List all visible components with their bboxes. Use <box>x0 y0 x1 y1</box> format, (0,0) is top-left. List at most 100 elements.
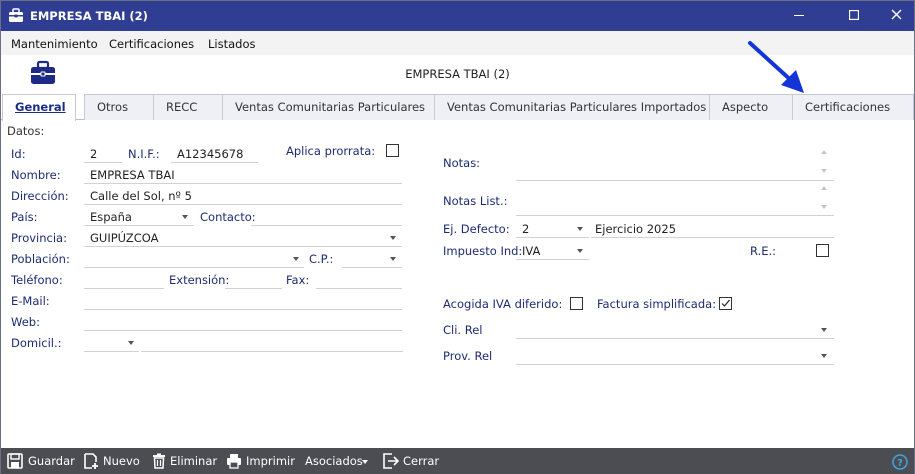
nombre-field[interactable]: EMPRESA TBAI <box>90 168 175 182</box>
associated-chevron-down-icon[interactable] <box>362 460 368 464</box>
direccion-label: Dirección: <box>11 189 69 203</box>
cli-rel-select[interactable] <box>516 338 834 339</box>
id-label: Id: <box>11 147 26 161</box>
cli-rel-chevron-down-icon[interactable] <box>821 328 827 332</box>
provincia-label: Provincia: <box>11 231 67 245</box>
save-button[interactable]: Guardar <box>28 448 75 474</box>
app-window: EMPRESA TBAI (2) Mantenimiento Certifica… <box>0 0 915 474</box>
pais-chevron-down-icon[interactable] <box>182 215 188 219</box>
cp-label: C.P.: <box>309 252 334 266</box>
impuesto-chevron-down-icon[interactable] <box>577 249 583 253</box>
exit-icon <box>383 453 399 469</box>
acogida-iva-checkbox[interactable] <box>570 297 583 310</box>
domicil-chevron-down-icon[interactable] <box>128 341 134 345</box>
direccion-field[interactable]: Calle del Sol, nº 5 <box>90 189 192 203</box>
maximize-button[interactable] <box>831 1 877 31</box>
extension-field[interactable] <box>225 288 282 289</box>
acogida-iva-label: Acogida IVA diferido: <box>443 297 563 311</box>
minimize-icon <box>794 15 804 16</box>
fax-label: Fax: <box>286 273 310 287</box>
id-field[interactable]: 2 <box>90 147 97 161</box>
telefono-label: Teléfono: <box>11 273 63 287</box>
close-button[interactable] <box>873 1 915 31</box>
ej-defecto-label: Ej. Defecto: <box>443 222 510 236</box>
aplica-prorrata-label: Aplica prorrata: <box>286 144 376 158</box>
tab-bar: General Otros RECC Ventas Comunitarias P… <box>1 94 914 121</box>
annotation-arrow-icon <box>748 41 804 93</box>
nombre-label: Nombre: <box>11 168 61 182</box>
new-button[interactable]: Nuevo <box>103 448 140 474</box>
cli-rel-label: Cli. Rel <box>443 323 483 337</box>
notas-field[interactable] <box>516 180 834 181</box>
notas-list-label: Notas List.: <box>443 194 508 208</box>
contacto-field[interactable] <box>251 225 402 226</box>
tab-ventas-comunitarias-importados[interactable]: Ventas Comunitarias Particulares Importa… <box>434 94 710 120</box>
ej-defecto-select[interactable]: 2 <box>522 222 529 236</box>
new-document-icon <box>84 453 98 469</box>
notas-list-scroll-down-icon[interactable] <box>821 205 827 209</box>
web-label: Web: <box>11 315 40 329</box>
menu-certificaciones[interactable]: Certificaciones <box>109 37 194 51</box>
minimize-button[interactable] <box>776 1 822 31</box>
contacto-label: Contacto: <box>200 210 256 224</box>
poblacion-chevron-down-icon[interactable] <box>293 257 299 261</box>
telefono-field[interactable] <box>84 288 164 289</box>
re-checkbox[interactable] <box>816 244 829 257</box>
ej-defecto-chevron-down-icon[interactable] <box>577 227 583 231</box>
save-icon <box>7 453 23 469</box>
fax-field[interactable] <box>316 288 402 289</box>
poblacion-select[interactable] <box>84 267 304 268</box>
prov-rel-chevron-down-icon[interactable] <box>821 354 827 358</box>
poblacion-label: Población: <box>11 252 70 266</box>
print-button[interactable]: Imprimir <box>246 448 295 474</box>
title-bar: EMPRESA TBAI (2) <box>1 1 914 31</box>
aplica-prorrata-checkbox[interactable] <box>386 144 399 157</box>
nif-label: N.I.F.: <box>128 147 160 161</box>
svg-text:?: ? <box>897 458 903 469</box>
maximize-icon <box>848 9 860 21</box>
delete-button[interactable]: Eliminar <box>170 448 217 474</box>
help-icon[interactable]: ? <box>892 454 908 470</box>
notas-list-field[interactable] <box>516 215 834 216</box>
impuesto-select[interactable]: IVA <box>522 244 540 258</box>
prov-rel-select[interactable] <box>516 364 834 365</box>
nif-field[interactable]: A12345678 <box>177 147 243 161</box>
notas-scroll-up-icon[interactable] <box>821 150 827 154</box>
web-field[interactable] <box>84 330 402 331</box>
provincia-select[interactable]: GUIPÚZCOA <box>90 231 159 245</box>
window-title: EMPRESA TBAI (2) <box>30 9 148 23</box>
tab-aspecto[interactable]: Aspecto <box>709 94 793 120</box>
tab-ventas-comunitarias[interactable]: Ventas Comunitarias Particulares <box>222 94 435 120</box>
notas-label: Notas: <box>443 156 481 170</box>
notas-scroll-down-icon[interactable] <box>821 169 827 173</box>
associated-menu-button[interactable]: Asociados <box>305 448 363 474</box>
ej-defecto-description: Ejercicio 2025 <box>595 222 677 236</box>
menu-mantenimiento[interactable]: Mantenimiento <box>11 37 98 51</box>
close-icon <box>891 9 901 20</box>
impuesto-label: Impuesto Ind: <box>443 244 523 258</box>
section-datos-label: Datos: <box>7 124 45 138</box>
tab-recc[interactable]: RECC <box>153 94 223 120</box>
provincia-chevron-down-icon[interactable] <box>390 236 396 240</box>
tab-certificaciones[interactable]: Certificaciones <box>792 94 914 120</box>
printer-icon <box>227 454 241 469</box>
notas-list-scroll-up-icon[interactable] <box>821 186 827 190</box>
factura-simplificada-checkbox[interactable] <box>719 297 732 310</box>
domicil-field[interactable] <box>141 351 403 352</box>
close-form-button[interactable]: Cerrar <box>403 448 439 474</box>
email-field[interactable] <box>84 309 402 310</box>
tab-general[interactable]: General <box>2 94 76 121</box>
pais-select[interactable]: España <box>90 210 132 224</box>
briefcase-icon <box>9 8 23 22</box>
extension-label: Extensión: <box>169 273 230 287</box>
factura-simplificada-label: Factura simplificada: <box>597 297 717 311</box>
domicil-select[interactable] <box>84 351 139 352</box>
cp-chevron-down-icon[interactable] <box>390 257 396 261</box>
cp-select[interactable] <box>342 267 402 268</box>
tab-otros[interactable]: Otros <box>84 94 154 120</box>
pais-label: País: <box>11 210 38 224</box>
email-label: E-Mail: <box>11 294 50 308</box>
domicil-label: Domicil.: <box>11 336 62 350</box>
menu-listados[interactable]: Listados <box>208 37 255 51</box>
trash-icon <box>153 453 165 469</box>
